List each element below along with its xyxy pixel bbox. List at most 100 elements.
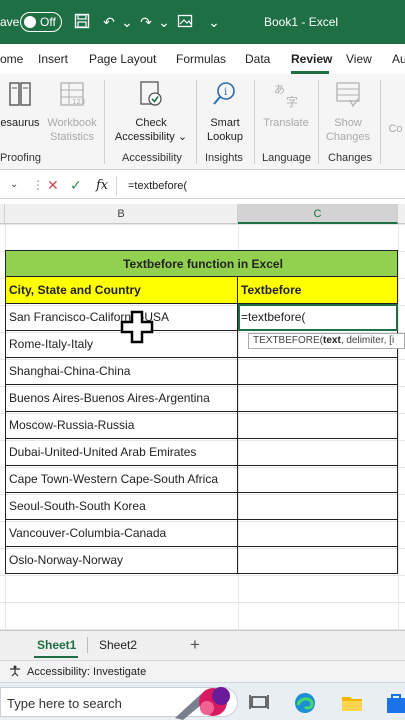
insert-function-icon[interactable]: fx: [96, 178, 108, 193]
tab-page-layout[interactable]: Page Layout: [89, 52, 156, 66]
table-title-cell[interactable]: Textbefore function in Excel: [5, 250, 398, 277]
store-icon[interactable]: [385, 691, 405, 715]
table-cell-city[interactable]: Oslo-Norway-Norway: [5, 547, 238, 574]
table-cell-result[interactable]: [238, 439, 398, 466]
table-cell-result[interactable]: [238, 358, 398, 385]
column-headers: B C: [0, 204, 405, 224]
table-cell-result[interactable]: [238, 520, 398, 547]
table-cell-result[interactable]: [238, 493, 398, 520]
ribbon-tabs: ome Insert Page Layout Formulas Data Rev…: [0, 44, 405, 74]
tab-review[interactable]: Review: [291, 52, 332, 66]
tab-home[interactable]: ome: [0, 52, 23, 66]
workbook-statistics-button[interactable]: 123 Workbook Statistics: [46, 80, 98, 144]
comments-button[interactable]: Co: [386, 80, 405, 136]
table-cell-result[interactable]: [238, 412, 398, 439]
accessibility-status[interactable]: Accessibility: Investigate: [27, 666, 146, 678]
table-cell-city[interactable]: Shanghai-China-China: [5, 358, 238, 385]
save-icon[interactable]: [73, 13, 91, 31]
name-box-dropdown-icon[interactable]: ⌄: [10, 179, 18, 190]
table-cell-city[interactable]: Buenos Aires-Buenos Aires-Argentina: [5, 385, 238, 412]
header-cell-city[interactable]: City, State and Country: [5, 277, 238, 304]
customize-qat-icon[interactable]: ⌄: [205, 13, 223, 31]
tab-data[interactable]: Data: [245, 52, 270, 66]
thesaurus-label: esaurus: [0, 117, 40, 129]
file-explorer-icon[interactable]: [340, 691, 364, 715]
workbook-statistics-label-2: Statistics: [49, 131, 94, 143]
table-cell-city[interactable]: Moscow-Russia-Russia: [5, 412, 238, 439]
edge-browser-icon[interactable]: [293, 691, 317, 715]
smart-lookup-label-2: Lookup: [206, 131, 244, 143]
svg-text:字: 字: [286, 94, 298, 108]
group-separator: [318, 80, 319, 164]
table-cell-city[interactable]: Seoul-South-South Korea: [5, 493, 238, 520]
gridline: [0, 575, 405, 576]
table-cell-result[interactable]: [238, 547, 398, 574]
group-separator: [104, 80, 105, 164]
redo-dropdown-icon[interactable]: ⌄: [155, 13, 173, 31]
tab-automate[interactable]: Au: [392, 52, 405, 66]
table-cell-city[interactable]: Vancouver-Columbia-Canada: [5, 520, 238, 547]
autosave-label: ave: [0, 15, 20, 29]
table-cell-result[interactable]: [238, 385, 398, 412]
thesaurus-button[interactable]: esaurus: [0, 80, 40, 130]
taskbar: Type here to search: [0, 682, 405, 720]
chevron-down-icon: ⌄: [177, 131, 188, 143]
status-bar: Accessibility: Investigate: [0, 660, 405, 682]
window-title: Book1 - Excel: [264, 15, 339, 29]
group-proofing-label: Proofing: [0, 152, 41, 164]
group-separator: [196, 80, 197, 164]
sheet-tabs-bar: Sheet1 Sheet2 +: [0, 630, 405, 660]
sheet-tab-sheet1[interactable]: Sheet1: [37, 638, 76, 652]
column-header-c[interactable]: C: [238, 204, 398, 224]
add-sheet-button[interactable]: +: [190, 635, 200, 655]
check-accessibility-button[interactable]: Check Accessibility ⌄: [112, 80, 190, 144]
translate-label: Translate: [263, 117, 309, 129]
sheet-separator: [87, 637, 88, 653]
accessibility-icon: [9, 665, 21, 680]
gridline: [0, 602, 405, 603]
group-insights-label: Insights: [205, 152, 243, 164]
group-accessibility-label: Accessibility: [122, 152, 182, 164]
tab-formulas[interactable]: Formulas: [176, 52, 226, 66]
sheet-tab-sheet2[interactable]: Sheet2: [99, 638, 137, 652]
translate-button[interactable]: あ字 Translate: [260, 80, 312, 130]
column-header-b[interactable]: B: [5, 204, 238, 224]
smart-lookup-button[interactable]: i Smart Lookup: [202, 80, 248, 144]
formula-input[interactable]: =textbefore(: [128, 180, 187, 192]
table-cell-result[interactable]: [238, 466, 398, 493]
undo-icon[interactable]: ↶: [100, 13, 118, 31]
column-header-d[interactable]: [398, 204, 405, 224]
tooltip-rest: , delimiter, [i: [340, 335, 395, 346]
taskbar-search[interactable]: Type here to search: [0, 687, 238, 720]
active-cell-c3[interactable]: =textbefore(: [238, 304, 398, 331]
search-highlight-icon: [175, 687, 230, 720]
gridline: [398, 224, 399, 630]
smart-lookup-icon: i: [202, 80, 248, 112]
table-cell-city[interactable]: Cape Town-Western Cape-South Africa: [5, 466, 238, 493]
task-view-icon[interactable]: [248, 691, 272, 715]
workbook-statistics-icon: 123: [46, 80, 98, 112]
redo-icon[interactable]: ↷: [137, 13, 155, 31]
enter-icon[interactable]: ✓: [70, 177, 82, 194]
comments-icon: [386, 80, 405, 108]
tab-insert[interactable]: Insert: [38, 52, 68, 66]
gallery-icon[interactable]: [176, 13, 194, 31]
group-separator: [380, 80, 381, 164]
cancel-icon[interactable]: ✕: [47, 177, 59, 194]
more-icon[interactable]: ⋮: [32, 178, 44, 192]
search-placeholder: Type here to search: [7, 696, 122, 711]
thesaurus-icon: [0, 80, 40, 112]
tab-view[interactable]: View: [346, 52, 372, 66]
tooltip-func: TEXTBEFORE(: [253, 335, 324, 346]
show-changes-button[interactable]: Show Changes: [322, 80, 374, 144]
check-accessibility-label-1: Check: [135, 117, 167, 129]
autosave-toggle[interactable]: Off: [20, 12, 62, 32]
toggle-knob: [24, 16, 36, 28]
function-tooltip: TEXTBEFORE(text, delimiter, [i: [248, 333, 405, 349]
table-cell-city[interactable]: Dubai-United-United Arab Emirates: [5, 439, 238, 466]
header-cell-textbefore[interactable]: Textbefore: [238, 277, 398, 304]
check-accessibility-text: Accessibility: [114, 131, 175, 143]
undo-dropdown-icon[interactable]: ⌄: [118, 13, 136, 31]
group-language-label: Language: [262, 152, 311, 164]
show-changes-label-2: Changes: [325, 131, 371, 143]
